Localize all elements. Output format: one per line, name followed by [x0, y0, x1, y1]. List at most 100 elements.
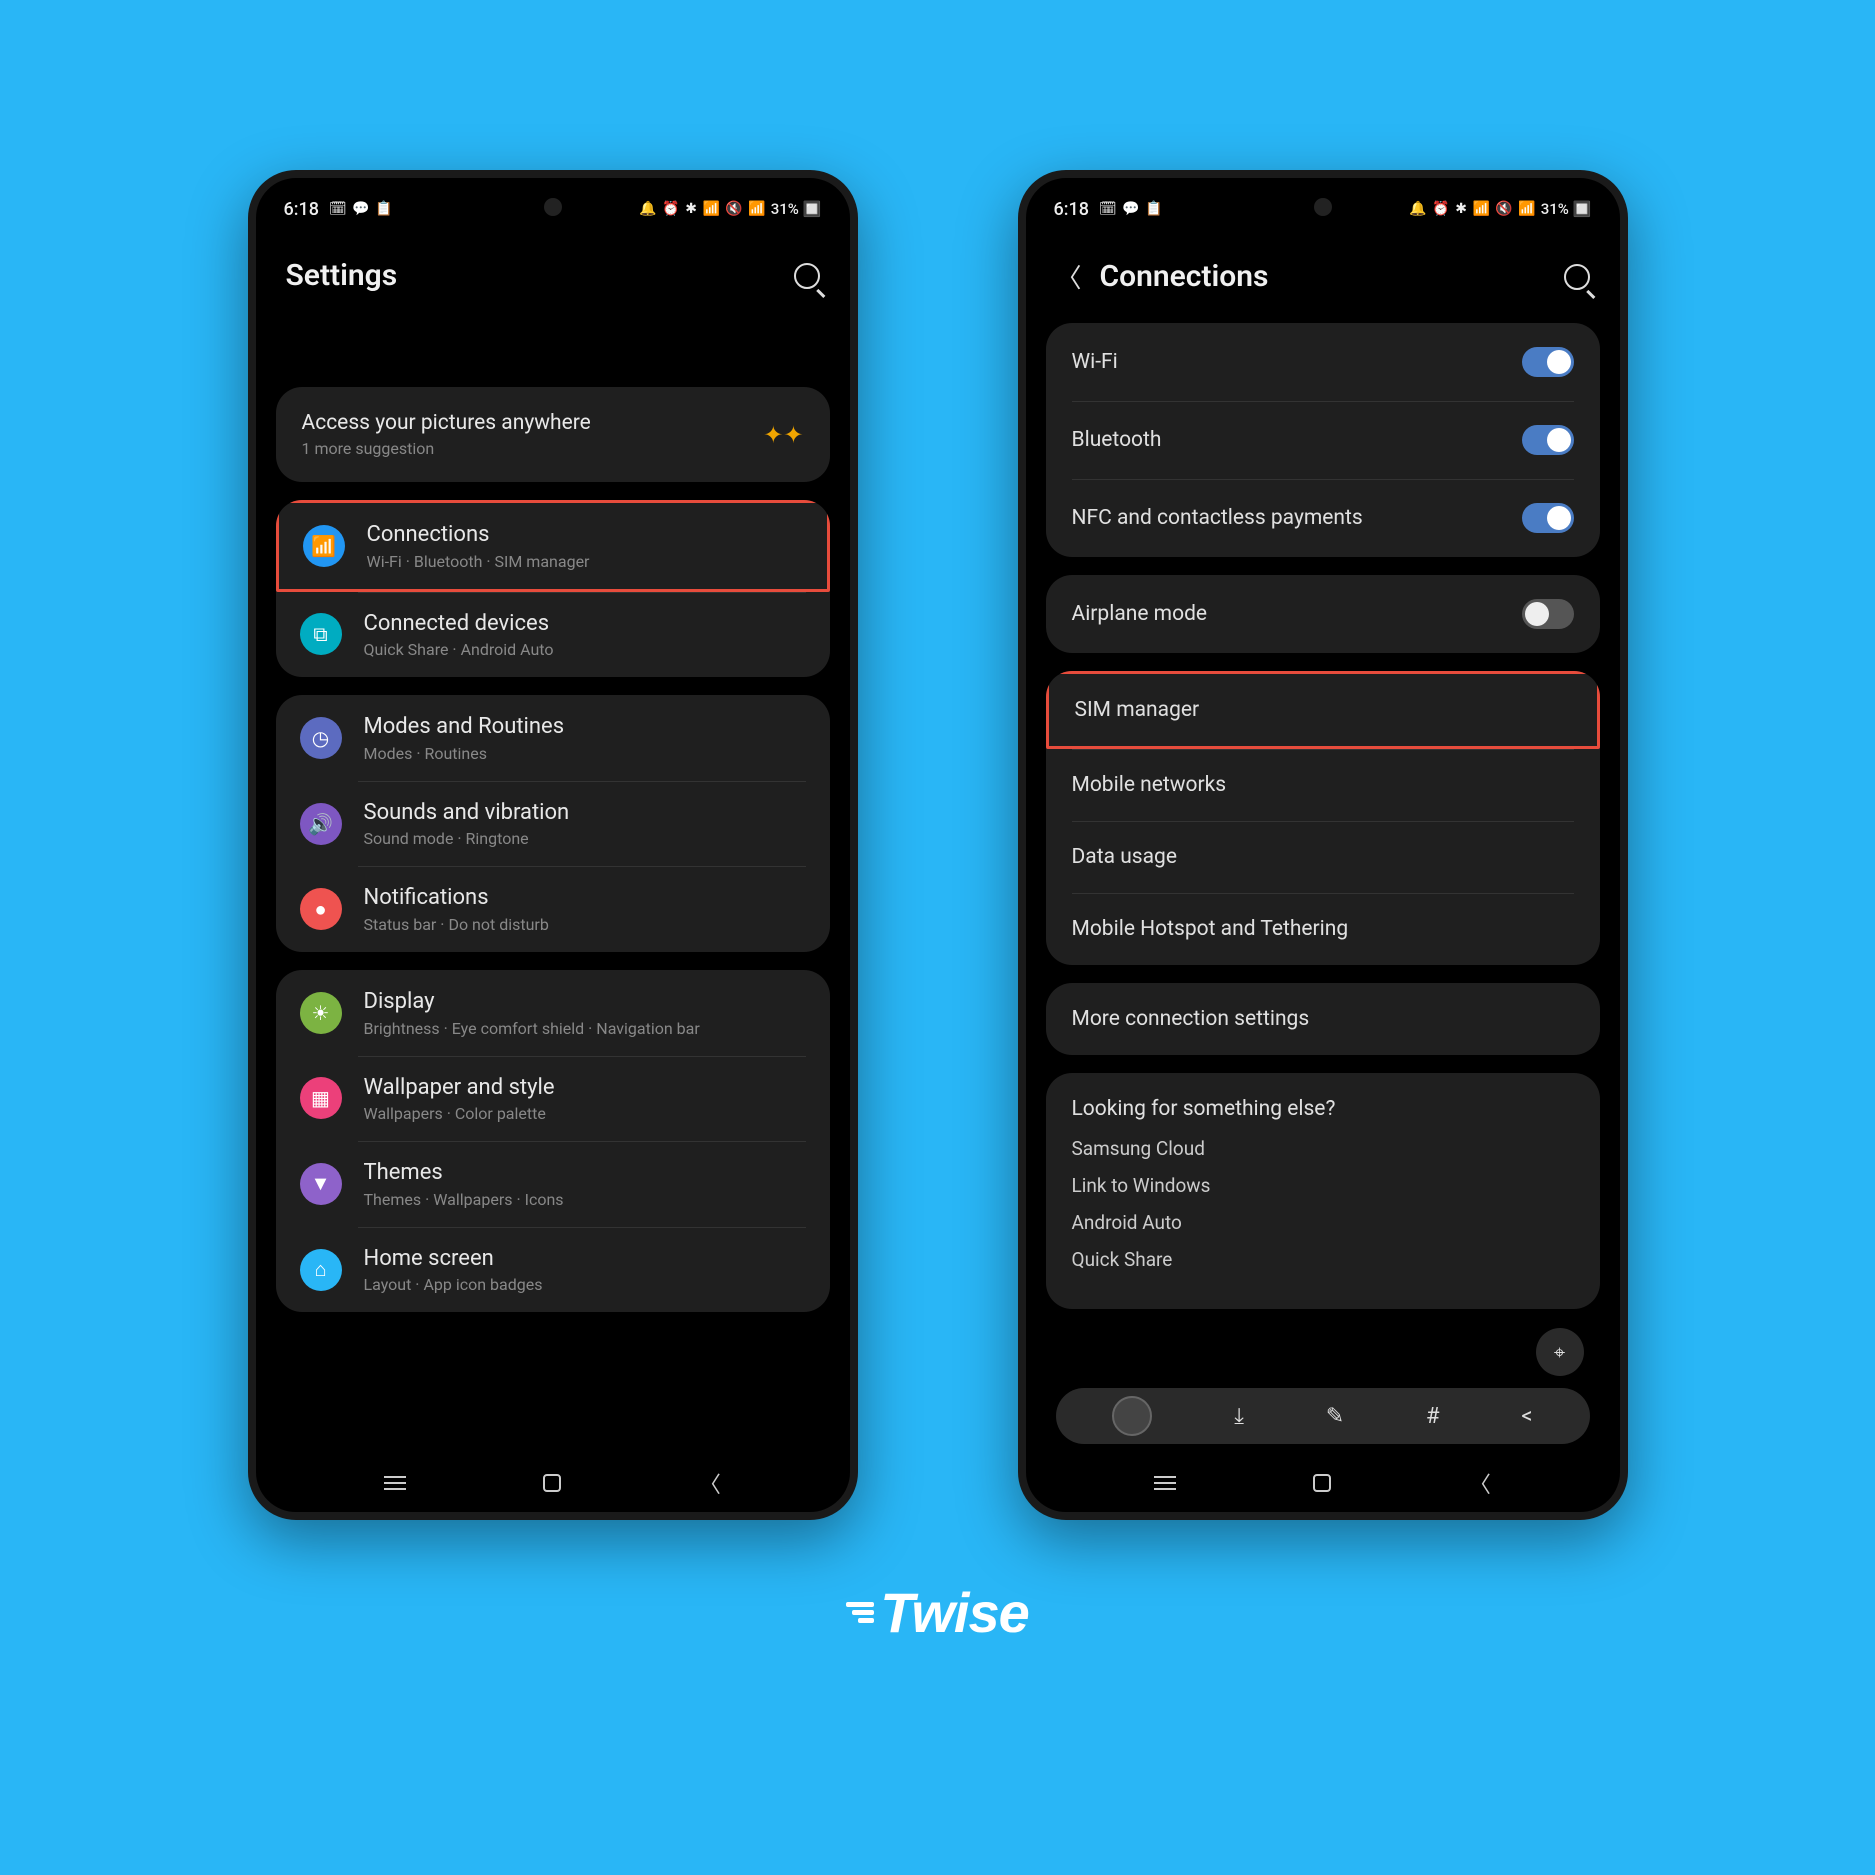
connections-group: SIM manager Mobile networks Data usage Mobi…	[1046, 671, 1600, 965]
power-button	[856, 558, 858, 638]
conn-item-bluetooth[interactable]: Bluetooth	[1046, 401, 1600, 479]
setting-item-connected-devices[interactable]: ⧉ Connected devicesQuick Share · Android …	[276, 592, 830, 678]
search-icon[interactable]	[794, 263, 820, 289]
devices-icon: ⧉	[300, 613, 342, 655]
toggle-switch[interactable]	[1522, 503, 1574, 533]
footer-link[interactable]: Samsung Cloud	[1072, 1137, 1574, 1160]
notif-icon: ●	[300, 888, 342, 930]
page-title: Connections	[1100, 259, 1269, 294]
status-battery: 31%	[771, 200, 799, 218]
status-right-icons: 🔔 ⏰ ✱ 📶 🔇 📶	[1409, 201, 1536, 217]
home-icon: ⌂	[300, 1249, 342, 1291]
setting-item-display[interactable]: ☀DisplayBrightness · Eye comfort shield …	[276, 970, 830, 1056]
conn-item-sim-manager[interactable]: SIM manager	[1046, 671, 1600, 749]
nav-bar: 〈	[1026, 1454, 1620, 1512]
nav-home[interactable]	[543, 1474, 561, 1492]
nav-back[interactable]: 〈	[1469, 1467, 1491, 1499]
wallpaper-icon: ▦	[300, 1077, 342, 1119]
conn-item-title: Wi-Fi	[1072, 350, 1118, 374]
item-title: Home screen	[364, 1245, 806, 1274]
volume-button	[856, 458, 858, 538]
conn-item-title: Bluetooth	[1072, 428, 1162, 452]
item-sub: Themes · Wallpapers · Icons	[364, 1190, 806, 1209]
conn-item-more-connection-settings[interactable]: More connection settings	[1046, 983, 1600, 1055]
display-icon: ☀	[300, 992, 342, 1034]
item-title: Connected devices	[364, 610, 806, 639]
item-sub: Wallpapers · Color palette	[364, 1104, 806, 1123]
conn-item-title: SIM manager	[1075, 698, 1200, 722]
status-left-icons: 🗓 💬 📋	[1099, 201, 1164, 217]
setting-item-sounds-and-vibration[interactable]: 🔊Sounds and vibrationSound mode · Ringto…	[276, 781, 830, 867]
conn-item-data-usage[interactable]: Data usage	[1046, 821, 1600, 893]
status-bar: 6:18 🗓 💬 📋 🔔 ⏰ ✱ 📶 🔇 📶 31% 🔲	[1026, 178, 1620, 228]
connections-group: More connection settings	[1046, 983, 1600, 1055]
conn-item-mobile-hotspot-and-tethering[interactable]: Mobile Hotspot and Tethering	[1046, 893, 1600, 965]
setting-item-notifications[interactable]: ●NotificationsStatus bar · Do not distur…	[276, 866, 830, 952]
settings-group: 📶ConnectionsWi-Fi · Bluetooth · SIM mana…	[276, 500, 830, 677]
footer-link[interactable]: Android Auto	[1072, 1211, 1574, 1234]
toggle-switch[interactable]	[1522, 599, 1574, 629]
item-sub: Sound mode · Ringtone	[364, 829, 806, 848]
themes-icon: ▼	[300, 1163, 342, 1205]
share-icon[interactable]: <	[1521, 1404, 1532, 1429]
conn-item-title: Mobile Hotspot and Tethering	[1072, 917, 1349, 941]
phone-settings: 6:18 🗓 💬 📋 🔔 ⏰ ✱ 📶 🔇 📶 31% 🔲 Settings Ac…	[248, 170, 858, 1520]
nav-bar: 〈	[256, 1454, 850, 1512]
scroll-capture-icon[interactable]: ⤓	[1234, 1404, 1244, 1429]
search-icon[interactable]	[1564, 264, 1590, 290]
setting-item-themes[interactable]: ▼ThemesThemes · Wallpapers · Icons	[276, 1141, 830, 1227]
extract-text-button[interactable]: ⌖	[1536, 1328, 1584, 1376]
setting-item-modes-and-routines[interactable]: ◷Modes and RoutinesModes · Routines	[276, 695, 830, 781]
item-title: Wallpaper and style	[364, 1074, 806, 1103]
logo-text: Twise	[880, 1580, 1029, 1645]
conn-item-title: More connection settings	[1072, 1007, 1310, 1031]
routines-icon: ◷	[300, 717, 342, 759]
item-sub: Wi-Fi · Bluetooth · SIM manager	[367, 552, 803, 571]
footer-title: Looking for something else?	[1072, 1097, 1574, 1121]
setting-item-home-screen[interactable]: ⌂Home screenLayout · App icon badges	[276, 1227, 830, 1313]
conn-item-wi-fi[interactable]: Wi-Fi	[1046, 323, 1600, 401]
item-title: Modes and Routines	[364, 713, 806, 742]
sparkle-icon: ✦✦	[763, 421, 803, 449]
conn-item-airplane-mode[interactable]: Airplane mode	[1046, 575, 1600, 653]
suggestion-title: Access your pictures anywhere	[302, 411, 591, 435]
connections-header: 〈 Connections	[1046, 236, 1600, 317]
nav-home[interactable]	[1313, 1474, 1331, 1492]
nav-back[interactable]: 〈	[699, 1467, 721, 1499]
item-sub: Quick Share · Android Auto	[364, 640, 806, 659]
battery-icon: 🔲	[1573, 200, 1592, 218]
volume-button	[1626, 458, 1628, 538]
settings-group: ☀DisplayBrightness · Eye comfort shield …	[276, 970, 830, 1312]
toggle-switch[interactable]	[1522, 425, 1574, 455]
settings-screen: Settings Access your pictures anywhere 1…	[256, 228, 850, 1454]
setting-item-wallpaper-and-style[interactable]: ▦ Wallpaper and styleWallpapers · Color p…	[276, 1056, 830, 1142]
status-time: 6:18	[1054, 199, 1089, 220]
conn-item-title: Mobile networks	[1072, 773, 1227, 797]
status-time: 6:18	[284, 199, 319, 220]
power-button	[1626, 558, 1628, 638]
footer-link[interactable]: Link to Windows	[1072, 1174, 1574, 1197]
nav-recent[interactable]	[1154, 1482, 1176, 1484]
item-title: Connections	[367, 521, 803, 550]
twise-logo: Twise	[846, 1580, 1029, 1645]
connections-group: Wi-Fi Bluetooth NFC and contactless paymen…	[1046, 323, 1600, 557]
nav-recent[interactable]	[384, 1482, 406, 1484]
back-icon[interactable]: 〈	[1056, 258, 1082, 295]
item-sub: Brightness · Eye comfort shield · Naviga…	[364, 1019, 806, 1038]
page-title: Settings	[286, 258, 398, 293]
connections-screen: 〈 Connections Wi-Fi Bluetooth NFC and cont…	[1026, 228, 1620, 1454]
conn-item-nfc-and-contactless-payments[interactable]: NFC and contactless payments	[1046, 479, 1600, 557]
footer-link[interactable]: Quick Share	[1072, 1248, 1574, 1271]
edit-icon[interactable]: ✎	[1326, 1404, 1344, 1429]
toggle-switch[interactable]	[1522, 347, 1574, 377]
status-bar: 6:18 🗓 💬 📋 🔔 ⏰ ✱ 📶 🔇 📶 31% 🔲	[256, 178, 850, 228]
screenshot-toolbar: ⤓ ✎ # <	[1056, 1388, 1590, 1444]
screenshot-thumb[interactable]	[1112, 1396, 1152, 1436]
suggestion-card[interactable]: Access your pictures anywhere 1 more sug…	[276, 387, 830, 482]
tag-icon[interactable]: #	[1426, 1404, 1440, 1429]
setting-item-connections[interactable]: 📶ConnectionsWi-Fi · Bluetooth · SIM mana…	[276, 500, 830, 592]
battery-icon: 🔲	[803, 200, 822, 218]
conn-item-title: Data usage	[1072, 845, 1177, 869]
item-sub: Status bar · Do not disturb	[364, 915, 806, 934]
conn-item-mobile-networks[interactable]: Mobile networks	[1046, 749, 1600, 821]
